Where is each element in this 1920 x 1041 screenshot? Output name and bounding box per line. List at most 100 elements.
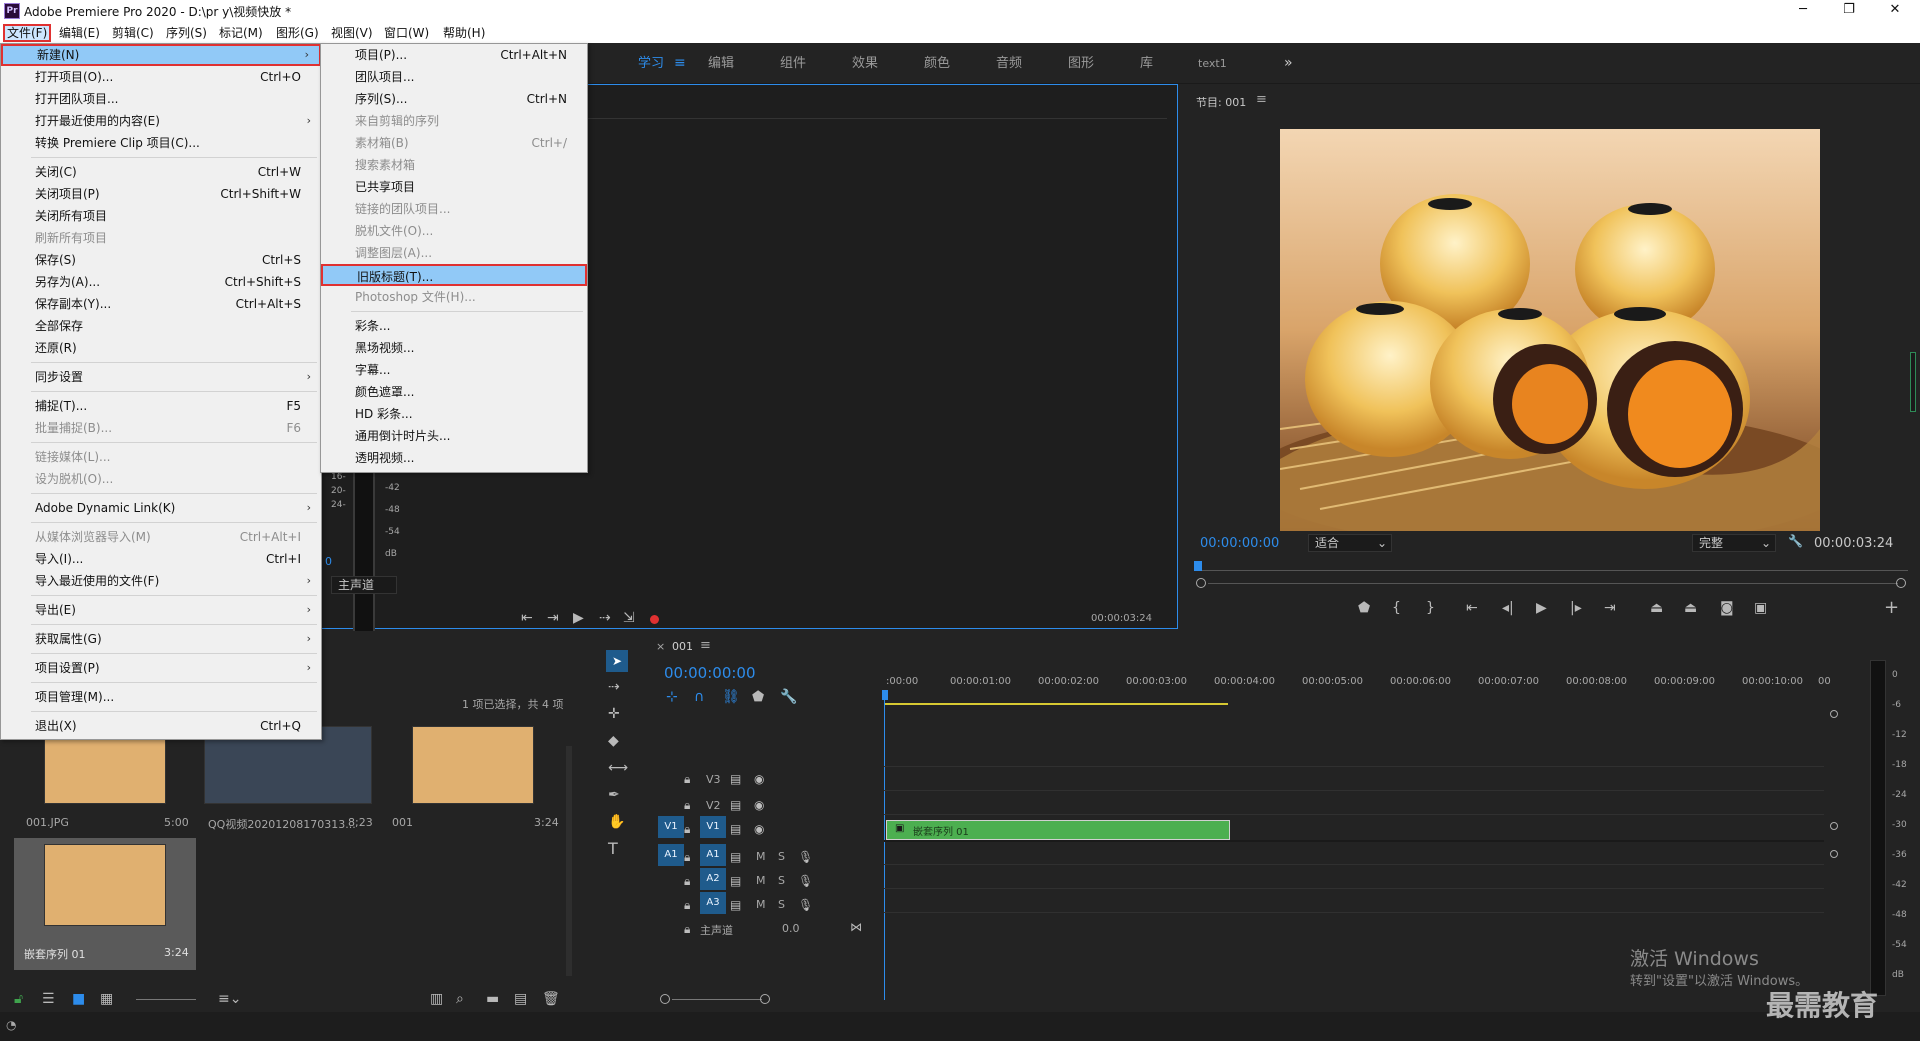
new-submenu-item[interactable]: 颜色遮罩... [321,381,587,403]
timeline-timecode[interactable]: 00:00:00:00 [664,664,756,682]
lock-icon[interactable]: 🔒︎ [684,874,690,889]
project-item[interactable]: QQ视频20201208170313... 8;23 [204,726,376,874]
file-menu-item[interactable]: 新建(N) › [1,44,321,66]
sync-lock-icon[interactable]: ▤ [730,898,741,912]
play-icon[interactable]: ▶ [573,609,584,627]
find-icon[interactable]: ⌕ [456,990,464,1008]
source-patch-a1[interactable]: A1 [658,844,684,866]
automate-icon[interactable]: ▥ [430,990,443,1008]
sort-icon[interactable]: ≡⌄ [218,990,241,1008]
file-menu-item[interactable]: 关闭项目(P) Ctrl+Shift+W [1,183,321,205]
program-scrollbar[interactable] [1910,352,1916,412]
zoom-slider[interactable] [136,999,196,1000]
mark-in-icon[interactable]: ⇤ [521,609,533,627]
new-item-icon[interactable]: ▤ [514,990,527,1008]
file-menu-item[interactable]: 还原(R) [1,337,321,359]
new-submenu-item[interactable]: 序列(S)... Ctrl+N [321,88,587,110]
track-target-a1[interactable]: A1 [700,844,726,866]
trash-icon[interactable]: 🗑︎ [542,990,560,1008]
program-video-frame[interactable] [1280,129,1820,531]
file-menu-item[interactable]: 保存副本(Y)... Ctrl+Alt+S [1,293,321,315]
file-menu-item[interactable]: 退出(X) Ctrl+Q [1,715,321,737]
file-menu-item[interactable]: 项目设置(P) › [1,657,321,679]
workspace-libraries[interactable]: 库 [1140,43,1153,84]
file-menu-item[interactable]: 另存为(A)... Ctrl+Shift+S [1,271,321,293]
pen-tool-icon[interactable]: ✒ [608,786,620,804]
track-select-tool-icon[interactable]: ⇢ [608,678,620,696]
lock-icon[interactable]: 🔒︎ [684,798,690,813]
slip-tool-icon[interactable]: ⟷ [608,759,628,777]
timeline-zoom-left[interactable] [660,994,670,1004]
selection-tool-icon[interactable]: ➤ [606,650,628,672]
file-menu-item[interactable]: 项目管理(M)... [1,686,321,708]
step-forward-icon[interactable]: |▸ [1570,599,1582,617]
freeform-view-icon[interactable]: ▦ [100,990,113,1008]
lock-icon[interactable]: 🔒︎ [684,922,690,937]
go-to-end-icon[interactable]: ⋈ [850,920,862,934]
new-submenu-item[interactable]: 字幕... [321,359,587,381]
lock-icon[interactable]: 🔒︎ [684,822,690,837]
workspace-text1[interactable]: text1 [1198,43,1227,84]
timeline-clip[interactable]: ▣ 嵌套序列 01 [886,820,1230,840]
lift-icon[interactable]: ⏏ [1650,599,1663,617]
compare-view-icon[interactable]: ▣ [1754,599,1767,617]
file-menu-item[interactable]: 关闭(C) Ctrl+W [1,161,321,183]
add-marker-icon[interactable]: ⬟ [1358,599,1370,617]
go-to-in-icon[interactable]: ⇤ [1466,599,1478,617]
program-playhead[interactable] [1194,561,1202,571]
file-menu-item[interactable]: Adobe Dynamic Link(K) › [1,497,321,519]
project-item[interactable]: 001 3:24 [386,726,559,874]
source-patch-v1[interactable]: V1 [658,816,684,838]
ripple-edit-tool-icon[interactable]: ✛ [608,705,620,723]
step-back-icon[interactable]: ◂| [1502,599,1514,617]
file-menu-item[interactable]: 全部保存 [1,315,321,337]
menu-graphics[interactable]: 图形(G) [274,24,321,42]
new-submenu-item[interactable]: 项目(P)... Ctrl+Alt+N [321,44,587,66]
sync-lock-icon[interactable]: ▤ [730,822,741,836]
close-icon[interactable]: ✕ [1872,0,1918,22]
mark-in-icon[interactable]: { [1392,599,1401,617]
file-menu-item[interactable]: 导入(I)... Ctrl+I [1,548,321,570]
menu-sequence[interactable]: 序列(S) [164,24,209,42]
mark-out-icon[interactable]: } [1426,599,1435,617]
extract-icon[interactable]: ⏏ [1684,599,1697,617]
file-menu-item[interactable]: 导出(E) › [1,599,321,621]
file-menu-item[interactable]: 导入最近使用的文件(F) › [1,570,321,592]
new-bin-icon[interactable]: ▬ [486,990,499,1008]
type-tool-icon[interactable]: T [608,840,618,858]
lock-icon[interactable]: 🔒︎ [684,772,690,787]
fit-dropdown[interactable]: 适合 ⌄ [1308,534,1392,552]
workspace-effects[interactable]: 效果 [852,43,878,84]
linked-selection-icon[interactable]: ⛓ [722,688,740,706]
workspace-learn[interactable]: 学习 [638,43,664,84]
razor-tool-icon[interactable]: ◆ [608,732,619,750]
solo-button[interactable]: S [778,898,785,911]
file-menu-item[interactable]: 保存(S) Ctrl+S [1,249,321,271]
solo-button[interactable]: S [778,874,785,887]
microphone-icon[interactable]: 🎙︎ [798,874,813,888]
add-marker-icon[interactable]: ⬟ [752,688,764,706]
menu-markers[interactable]: 标记(M) [217,24,265,42]
file-menu-item[interactable]: 获取属性(G) › [1,628,321,650]
sync-lock-icon[interactable]: ▤ [730,798,741,812]
workspace-audio[interactable]: 音频 [996,43,1022,84]
microphone-icon[interactable]: 🎙︎ [798,898,813,912]
work-area-bar[interactable] [884,703,1228,705]
menu-help[interactable]: 帮助(H) [441,24,487,42]
sync-lock-icon[interactable]: ▤ [730,772,741,786]
zoom-left-handle[interactable] [1196,578,1206,588]
export-frame-icon[interactable]: ⇲ [623,609,635,627]
play-icon[interactable]: ▶ [1536,599,1547,617]
mute-button[interactable]: M [756,850,766,863]
master-volume[interactable]: 0.0 [782,922,800,935]
mute-button[interactable]: M [756,898,766,911]
file-menu-item[interactable]: 打开最近使用的内容(E) › [1,110,321,132]
timeline-tab[interactable]: 001 [672,640,693,653]
go-to-out-icon[interactable]: ⇥ [1604,599,1616,617]
camera-icon[interactable]: ◙ [1720,599,1734,617]
timeline-v-scroll-handle[interactable] [1830,850,1838,858]
project-item-selected[interactable]: 嵌套序列 01 3:24 [14,838,196,970]
icon-view-icon[interactable]: ■ [72,990,85,1008]
zoom-bar[interactable] [1208,583,1898,584]
workspace-assembly[interactable]: 组件 [780,43,806,84]
